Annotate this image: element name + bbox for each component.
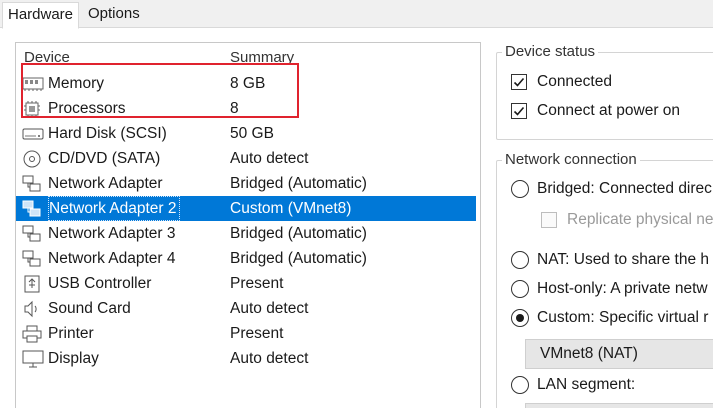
radio-unselected-icon[interactable] (511, 376, 529, 394)
column-header-summary[interactable]: Summary (230, 49, 294, 66)
tab-strip: Hardware Options (0, 0, 713, 29)
device-name: Network Adapter 4 (48, 250, 176, 267)
device-summary: Auto detect (230, 300, 309, 317)
device-summary: 50 GB (230, 125, 274, 142)
device-list: Device Summary Memory 8 GB Processors 8 … (15, 42, 481, 408)
radio-dot (516, 314, 524, 322)
device-row-hard-disk[interactable]: Hard Disk (SCSI) 50 GB (16, 121, 476, 146)
custom-label: Custom: Specific virtual r (537, 309, 709, 326)
device-name: CD/DVD (SATA) (48, 150, 161, 167)
radio-selected-icon[interactable] (511, 309, 529, 327)
device-name: Display (48, 350, 99, 367)
device-row-memory[interactable]: Memory 8 GB (16, 71, 476, 96)
device-summary: Custom (VMnet8) (230, 200, 352, 217)
radio-unselected-icon[interactable] (511, 180, 529, 198)
device-summary: Auto detect (230, 150, 309, 167)
device-row-network-adapter-4[interactable]: Network Adapter 4 Bridged (Automatic) (16, 246, 476, 271)
device-summary: 8 (230, 100, 239, 117)
device-summary: Bridged (Automatic) (230, 250, 367, 267)
device-name: Processors (48, 100, 126, 117)
device-summary: 8 GB (230, 75, 266, 92)
device-row-network-adapter-3[interactable]: Network Adapter 3 Bridged (Automatic) (16, 221, 476, 246)
hard-disk-icon (22, 125, 46, 143)
device-summary: Present (230, 275, 284, 292)
tab-hardware[interactable]: Hardware (2, 2, 80, 29)
cd-dvd-icon (22, 150, 46, 168)
device-status-title: Device status (502, 43, 599, 60)
lan-segment-select[interactable] (525, 403, 713, 408)
device-row-network-adapter-2[interactable]: Network Adapter 2 Custom (VMnet8) (16, 196, 476, 221)
usb-icon (22, 275, 46, 293)
network-connection-group: Network connection Bridged: Connected di… (496, 151, 713, 408)
device-row-processors[interactable]: Processors 8 (16, 96, 476, 121)
nat-label: NAT: Used to share the h (537, 251, 710, 268)
device-name: Memory (48, 75, 104, 92)
device-row-cd-dvd[interactable]: CD/DVD (SATA) Auto detect (16, 146, 476, 171)
device-summary: Bridged (Automatic) (230, 225, 367, 242)
memory-icon (22, 75, 46, 93)
device-name: USB Controller (48, 275, 152, 292)
host-only-label: Host-only: A private netw (537, 280, 708, 297)
device-name: Network Adapter (48, 175, 163, 192)
checkbox-checked-icon[interactable] (511, 103, 527, 119)
lan-segment-label: LAN segment: (537, 376, 636, 393)
radio-unselected-icon[interactable] (511, 280, 529, 298)
device-row-printer[interactable]: Printer Present (16, 321, 476, 346)
device-summary: Present (230, 325, 284, 342)
connected-label: Connected (537, 73, 612, 90)
device-summary: Bridged (Automatic) (230, 175, 367, 192)
network-adapter-icon (22, 200, 46, 218)
checkbox-unchecked-icon[interactable] (541, 212, 557, 228)
device-row-usb-controller[interactable]: USB Controller Present (16, 271, 476, 296)
device-name: Network Adapter 2 (48, 196, 180, 221)
device-row-network-adapter[interactable]: Network Adapter Bridged (Automatic) (16, 171, 476, 196)
device-status-group: Device status Connected Connect at power… (496, 43, 713, 140)
device-row-display[interactable]: Display Auto detect (16, 346, 476, 371)
network-adapter-icon (22, 225, 46, 243)
device-name: Hard Disk (SCSI) (48, 125, 167, 142)
replicate-label: Replicate physical ne (567, 211, 713, 228)
checkbox-checked-icon[interactable] (511, 74, 527, 90)
bridged-label: Bridged: Connected direc (537, 180, 712, 197)
printer-icon (22, 325, 46, 343)
column-header-device[interactable]: Device (24, 49, 70, 66)
device-row-sound-card[interactable]: Sound Card Auto detect (16, 296, 476, 321)
processor-icon (22, 100, 46, 118)
device-summary: Auto detect (230, 350, 309, 367)
network-adapter-icon (22, 250, 46, 268)
custom-network-select[interactable]: VMnet8 (NAT) (525, 339, 713, 369)
tab-options[interactable]: Options (83, 2, 145, 28)
radio-unselected-icon[interactable] (511, 251, 529, 269)
connect-at-power-on-label: Connect at power on (537, 102, 681, 119)
network-connection-title: Network connection (502, 151, 640, 168)
device-name: Sound Card (48, 300, 131, 317)
device-name: Network Adapter 3 (48, 225, 176, 242)
sound-icon (22, 300, 46, 318)
device-name: Printer (48, 325, 94, 342)
display-icon (22, 350, 46, 368)
network-adapter-icon (22, 175, 46, 193)
